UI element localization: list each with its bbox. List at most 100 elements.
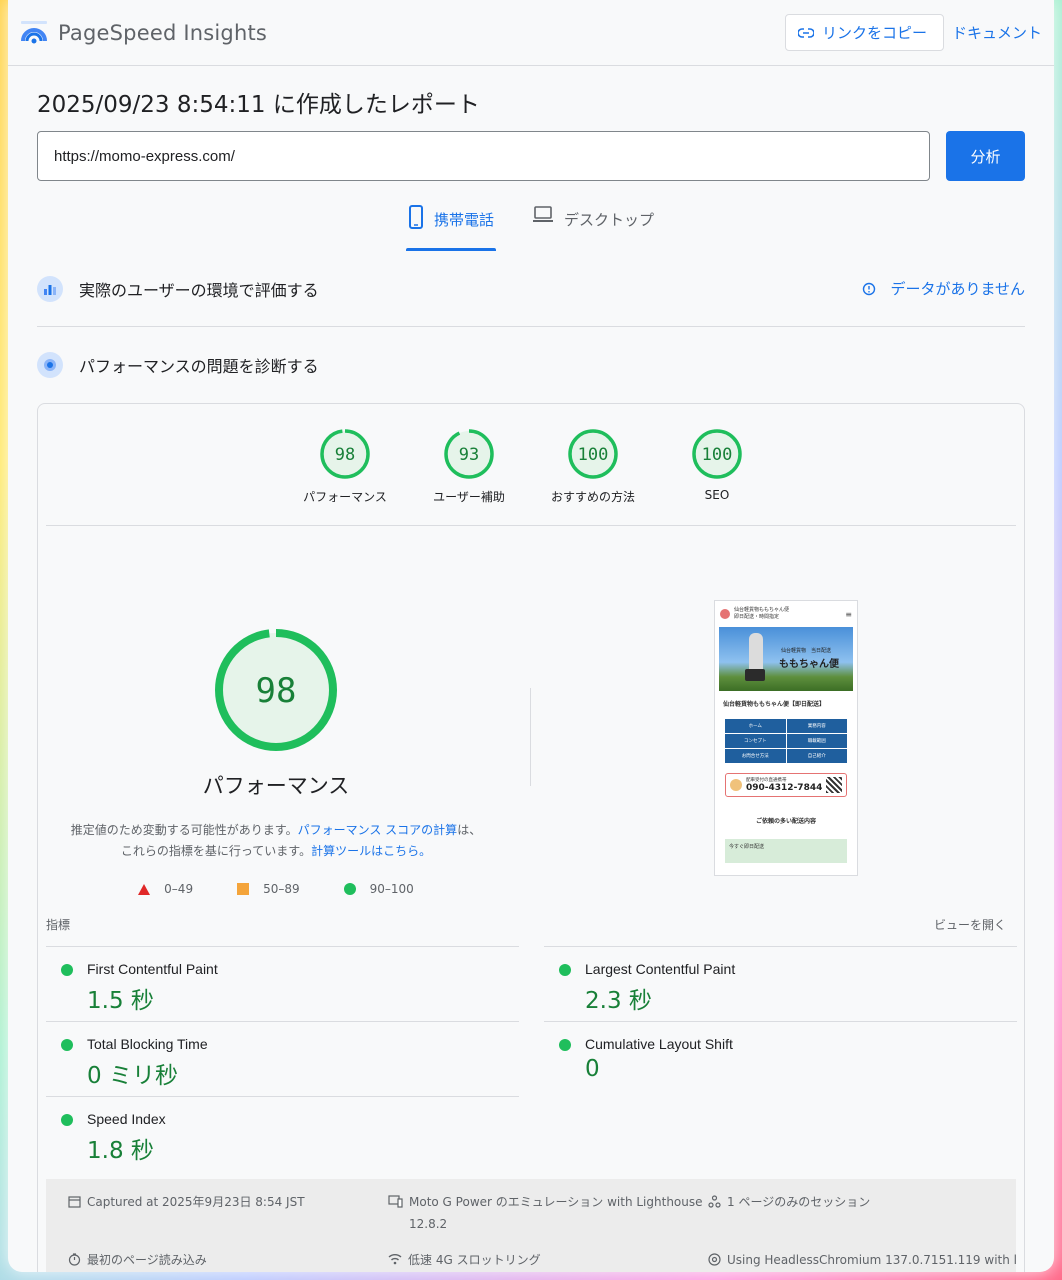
device-text: Moto G Power のエミュレーション with Lighthouse 1… (409, 1195, 703, 1231)
run-info-network: 低速 4G スロットリング (388, 1249, 708, 1272)
green-box-text: 今すぐ即日配送 (729, 844, 765, 850)
site-nav-item: お問合せ方法 (725, 749, 786, 763)
metric-name: Speed Index (87, 1111, 166, 1127)
section-heading: ご依頼の多い配送内容 (755, 818, 816, 825)
score-value: 100 (702, 445, 733, 465)
tab-desktop-label: デスクトップ (564, 211, 655, 229)
docs-link[interactable]: ドキュメント (952, 22, 1042, 43)
devices-icon (388, 1195, 403, 1208)
laptop-icon (533, 206, 553, 222)
vertical-divider (530, 688, 531, 786)
tab-desktop[interactable]: デスクトップ (530, 206, 656, 251)
performance-title: パフォーマンス (202, 774, 350, 798)
app-header: PageSpeed Insights リンクをコピー ドキュメント (8, 0, 1054, 66)
no-data-label: データがありません (890, 280, 1025, 298)
tab-mobile[interactable]: 携帯電話 (405, 205, 497, 251)
session-icon (708, 1195, 721, 1208)
site-hero-image: 仙台軽貨物 当日配送 ももちゃん便 (719, 627, 853, 691)
calendar-icon (68, 1196, 81, 1208)
site-nav-item: 業務内容 (786, 719, 847, 733)
circle-icon (343, 883, 356, 895)
site-nav-item: 自己紹介 (786, 749, 847, 763)
metric-name: Cumulative Layout Shift (585, 1036, 733, 1052)
performance-score-large: 98 (256, 671, 297, 711)
phone-icon (408, 205, 423, 229)
metric-item: Cumulative Layout Shift 0 (544, 1021, 1017, 1096)
copy-link-button[interactable]: リンクをコピー (784, 14, 944, 51)
score-ring-icon: 100 (568, 429, 618, 479)
pagespeed-logo-icon (21, 20, 47, 43)
pass-circle-icon (559, 1039, 571, 1051)
legend-pass-label: 90–100 (369, 882, 414, 896)
score-gauge[interactable]: 93 ユーザー補助 (407, 428, 531, 525)
phone-banner: 配車受付の直通携帯 090-4312-7844 (725, 773, 847, 797)
site-nav-item: ホーム (725, 719, 786, 733)
score-calc-link[interactable]: パフォーマンス スコアの計算 (298, 823, 458, 837)
qr-code-icon (826, 777, 842, 793)
pass-circle-icon (61, 964, 73, 976)
metric-item: Largest Contentful Paint 2.3 秒 (544, 946, 1017, 1021)
field-data-title: 実際のユーザーの環境で評価する (79, 280, 319, 300)
link-icon (797, 27, 814, 38)
hamburger-icon: ≡ (845, 609, 852, 619)
url-input[interactable] (37, 131, 930, 181)
site-sub: 即日配送・時間指定 (734, 614, 780, 620)
hero-big-text: ももちゃん便 (779, 659, 839, 670)
info-icon (863, 282, 876, 295)
score-value: 100 (578, 445, 609, 465)
copy-link-label: リンクをコピー (821, 24, 927, 42)
browser-text: Using HeadlessChromium 137.0.7151.119 wi… (727, 1253, 1018, 1267)
metric-item: Speed Index 1.8 秒 (46, 1096, 519, 1171)
score-gauges: 98 パフォーマンス 93 ユーザー補助 100 おすすめの方法 100 SEO (46, 404, 1016, 526)
metric-value: 0 (585, 1056, 600, 1082)
chrome-icon (708, 1253, 721, 1266)
metric-value: 1.5 秒 (87, 988, 154, 1014)
legend-fail-label: 0–49 (164, 882, 194, 896)
score-ring-icon: 98 (320, 429, 370, 479)
timer-icon (68, 1253, 81, 1266)
score-gauge[interactable]: 100 SEO (655, 428, 779, 525)
desc-text-1: 推定値のため変動する可能性があります。 (70, 823, 298, 837)
metric-name: Largest Contentful Paint (585, 961, 736, 977)
captured-text: Captured at 2025年9月23日 8:54 JST (87, 1195, 305, 1209)
no-data-link[interactable]: データがありません (862, 278, 1025, 299)
legend-average-label: 50–89 (263, 882, 300, 896)
browser-frame: PageSpeed Insights リンクをコピー ドキュメント 2025/0… (8, 0, 1054, 1272)
pass-circle-icon (559, 964, 571, 976)
metric-name: Total Blocking Time (87, 1036, 208, 1052)
score-legend: 0–49 50–89 90–100 (46, 882, 506, 896)
run-info-device: Moto G Power のエミュレーション with Lighthouse 1… (388, 1191, 708, 1239)
metric-value: 2.3 秒 (585, 988, 652, 1014)
calculator-link[interactable]: 計算ツールはこちら。 (311, 844, 431, 858)
car-shape (745, 669, 765, 681)
metric-value: 0 ミリ秒 (87, 1063, 178, 1089)
phone-number: 090-4312-7844 (746, 783, 823, 793)
score-label: おすすめの方法 (550, 490, 635, 504)
run-info-browser: Using HeadlessChromium 137.0.7151.119 wi… (708, 1249, 1018, 1272)
score-label: ユーザー補助 (433, 490, 505, 504)
final-screenshot[interactable]: 仙台軽貨物ももちゃん便 即日配送・時間指定 ≡ 仙台軽貨物 当日配送 ももちゃん… (714, 600, 858, 876)
lab-data-section: パフォーマンスの問題を診断する (37, 327, 1025, 403)
run-info-session: 1 ページのみのセッション (708, 1191, 1018, 1239)
site-nav-grid: ホーム 業務内容 コンセプト 職載範囲 お問合せ方法 自己紹介 (725, 719, 847, 763)
site-logo-icon (720, 609, 730, 619)
score-value: 98 (335, 445, 355, 465)
load-text: 最初のページ読み込み (87, 1253, 207, 1267)
metric-item: Total Blocking Time 0 ミリ秒 (46, 1021, 519, 1096)
metric-name: First Contentful Paint (87, 961, 218, 977)
pass-circle-icon (61, 1039, 73, 1051)
site-heading: 仙台軽貨物ももちゃん便【即日配送】 (723, 701, 826, 708)
performance-gauge-large: 98 (215, 629, 337, 751)
analyze-button[interactable]: 分析 (946, 131, 1025, 181)
lab-data-title: パフォーマンスの問題を診断する (79, 357, 319, 376)
metric-value: 1.8 秒 (87, 1138, 154, 1164)
lab-data-icon (37, 352, 63, 378)
legend-fail: 0–49 (138, 882, 193, 896)
site-nav-item: 職載範囲 (786, 734, 847, 748)
wifi-icon (388, 1254, 402, 1265)
score-gauge[interactable]: 98 パフォーマンス (283, 428, 407, 525)
expand-view-toggle[interactable]: ビューを開く (934, 916, 1006, 946)
score-gauge[interactable]: 100 おすすめの方法 (531, 428, 655, 525)
legend-average: 50–89 (237, 882, 300, 896)
run-info-load: 最初のページ読み込み (68, 1249, 388, 1272)
